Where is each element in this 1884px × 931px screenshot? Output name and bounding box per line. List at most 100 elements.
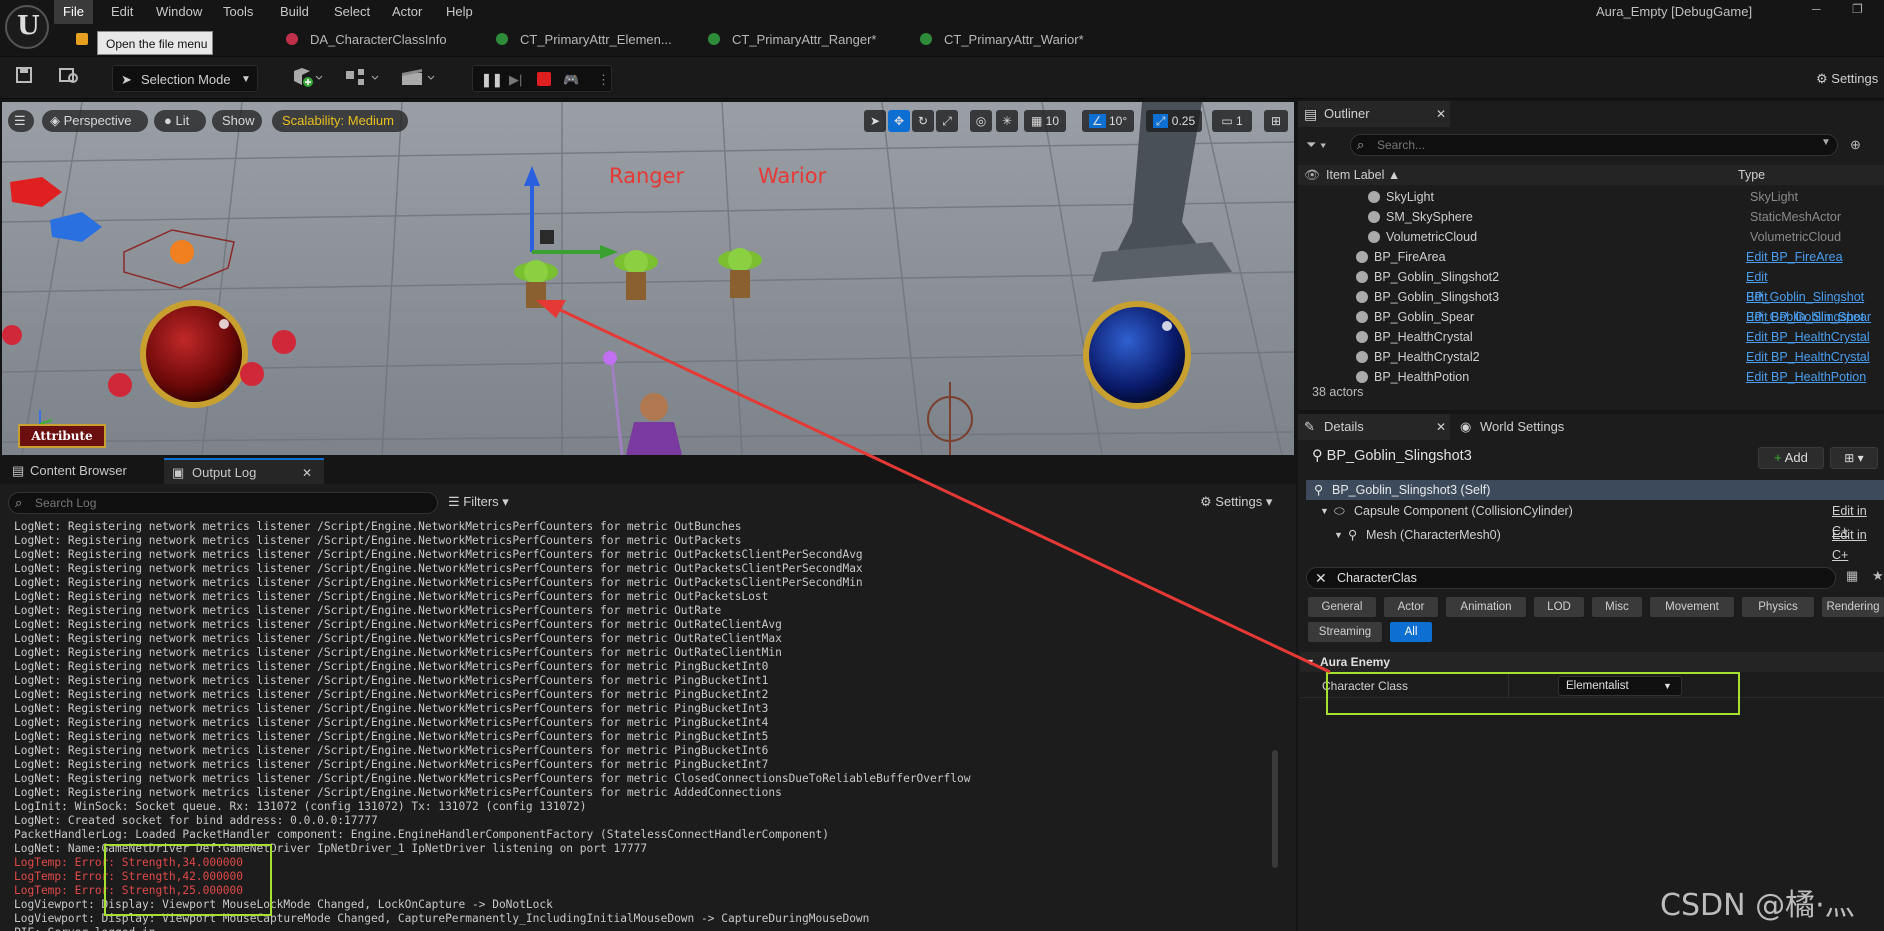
level-viewport[interactable]: ☰ ◈ Perspective ● Lit Show Scalability: … bbox=[2, 102, 1294, 455]
surface-snap-icon[interactable]: ✳ bbox=[996, 110, 1018, 132]
close-icon[interactable]: ✕ bbox=[1436, 414, 1446, 440]
filter-all[interactable]: All bbox=[1390, 622, 1432, 642]
attribute-button[interactable]: Attribute bbox=[18, 424, 106, 448]
tab-ct-elementalist[interactable]: CT_PrimaryAttr_Elemen... bbox=[496, 24, 672, 56]
grid-snap-button[interactable]: ▦ 10 bbox=[1024, 110, 1066, 132]
outliner-row[interactable]: BP_FireArea Edit BP_FireArea bbox=[1298, 247, 1884, 267]
show-dropdown[interactable]: Show bbox=[212, 110, 262, 132]
log-search-input[interactable]: ⌕ Search Log bbox=[8, 492, 438, 514]
component-mesh[interactable]: ▼ ⚲ Mesh (CharacterMesh0) Edit in C+ bbox=[1306, 525, 1884, 562]
tree-expand-icon[interactable]: ▼ bbox=[1320, 501, 1329, 521]
visibility-eye-icon[interactable]: 👁 bbox=[1304, 165, 1320, 185]
browse-icon[interactable] bbox=[58, 65, 80, 92]
cinematics-button[interactable] bbox=[398, 65, 438, 92]
menu-build[interactable]: Build bbox=[271, 0, 318, 24]
stop-icon[interactable] bbox=[537, 72, 551, 86]
add-component-button[interactable]: + Add bbox=[1758, 447, 1824, 469]
log-settings-dropdown[interactable]: ⚙ Settings ▾ bbox=[1200, 494, 1272, 510]
outliner-row[interactable]: BP_HealthPotion Edit BP_HealthPotion bbox=[1298, 367, 1884, 387]
edit-blueprint-link[interactable]: Edit BP_HealthCrystal bbox=[1746, 327, 1870, 347]
layout-icon[interactable]: ⊞ bbox=[1264, 110, 1288, 132]
step-icon[interactable]: ▶| bbox=[509, 66, 522, 93]
outliner-row[interactable]: BP_HealthCrystal Edit BP_HealthCrystal bbox=[1298, 327, 1884, 347]
edit-in-cpp-link[interactable]: Edit in C+ bbox=[1832, 525, 1884, 565]
outliner-row[interactable]: SM_SkySphere StaticMeshActor bbox=[1298, 207, 1884, 227]
menu-select[interactable]: Select bbox=[325, 0, 379, 24]
viewport-menu-icon[interactable]: ☰ bbox=[8, 110, 34, 132]
rotation-snap-button[interactable]: ∠ 10° bbox=[1082, 110, 1134, 132]
outliner-row[interactable]: VolumetricCloud VolumetricCloud bbox=[1298, 227, 1884, 247]
filter-streaming[interactable]: Streaming bbox=[1308, 622, 1382, 642]
selection-mode-dropdown[interactable]: ➤ Selection Mode ▼ bbox=[112, 65, 258, 92]
filter-actor[interactable]: Actor bbox=[1384, 597, 1438, 617]
filter-animation[interactable]: Animation bbox=[1446, 597, 1526, 617]
rotate-tool-icon[interactable]: ↻ bbox=[912, 110, 934, 132]
menu-tools[interactable]: Tools bbox=[214, 0, 262, 24]
blueprint-button[interactable] bbox=[342, 65, 382, 92]
gamepad-icon[interactable]: 🎮 bbox=[563, 66, 579, 93]
tree-expand-icon[interactable]: ▼ bbox=[1334, 525, 1343, 545]
tab-ct-ranger[interactable]: CT_PrimaryAttr_Ranger* bbox=[708, 24, 877, 56]
pause-icon[interactable]: ❚❚ bbox=[481, 66, 503, 93]
edit-blueprint-link[interactable]: Edit BP_FireArea bbox=[1746, 247, 1843, 267]
scale-tool-icon[interactable]: ⤢ bbox=[936, 110, 958, 132]
close-icon[interactable]: ✕ bbox=[1436, 101, 1446, 127]
tab-world-settings[interactable]: ◉ World Settings bbox=[1454, 414, 1594, 440]
tab-details[interactable]: ✎ Details ✕ bbox=[1298, 414, 1450, 440]
outliner-row[interactable]: SkyLight SkyLight bbox=[1298, 187, 1884, 207]
filter-general[interactable]: General bbox=[1308, 597, 1376, 617]
maximize-icon[interactable]: ❐ bbox=[1852, 2, 1863, 16]
property-matrix-icon[interactable]: ▦ bbox=[1846, 568, 1858, 584]
filter-rendering[interactable]: Rendering bbox=[1822, 597, 1884, 617]
tab-ct-warior[interactable]: CT_PrimaryAttr_Warior* bbox=[920, 24, 1084, 56]
outliner-search-input[interactable]: ⌕ Search... ▼ bbox=[1350, 134, 1838, 156]
component-capsule[interactable]: ▼ ⬭ Capsule Component (CollisionCylinder… bbox=[1306, 501, 1884, 538]
edit-blueprint-link[interactable]: Edit BP_Goblin_Spear bbox=[1746, 307, 1871, 327]
scalability-warning[interactable]: Scalability: Medium bbox=[272, 110, 408, 132]
menu-actor[interactable]: Actor bbox=[383, 0, 431, 24]
menu-edit[interactable]: Edit bbox=[102, 0, 142, 24]
scale-snap-button[interactable]: ⤢ 0.25 bbox=[1146, 110, 1202, 132]
outliner-row[interactable]: BP_HealthCrystal2 Edit BP_HealthCrystal bbox=[1298, 347, 1884, 367]
minimize-icon[interactable]: ─ bbox=[1812, 2, 1821, 16]
favorite-star-icon[interactable]: ★ bbox=[1872, 568, 1884, 584]
blueprint-options-button[interactable]: ⊞ ▾ bbox=[1830, 447, 1878, 469]
select-tool-icon[interactable]: ➤ bbox=[864, 110, 886, 132]
clear-search-icon[interactable]: ✕ bbox=[1315, 570, 1327, 587]
menu-help[interactable]: Help bbox=[437, 0, 482, 24]
component-self[interactable]: ⚲ BP_Goblin_Slingshot3 (Self) bbox=[1306, 480, 1884, 500]
outliner-row[interactable]: BP_Goblin_Slingshot3 Edit BP_Goblin_Sling… bbox=[1298, 287, 1884, 324]
col-type[interactable]: Type bbox=[1738, 165, 1765, 185]
outliner-row[interactable]: BP_Goblin_Spear Edit BP_Goblin_Spear bbox=[1298, 307, 1884, 327]
more-options-icon[interactable]: ⋮ bbox=[597, 66, 610, 93]
perspective-dropdown[interactable]: ◈ Perspective bbox=[42, 110, 148, 132]
translate-tool-icon[interactable]: ✥ bbox=[888, 110, 910, 132]
tab-content-browser[interactable]: ▤ Content Browser bbox=[6, 458, 156, 484]
unreal-logo-icon[interactable]: U bbox=[5, 5, 49, 49]
outliner-row[interactable]: BP_Goblin_Slingshot2 Edit BP_Goblin_Sling… bbox=[1298, 267, 1884, 304]
section-aura-enemy[interactable]: ▼ Aura Enemy bbox=[1300, 652, 1884, 672]
lit-dropdown[interactable]: ● Lit bbox=[154, 110, 206, 132]
world-space-icon[interactable]: ◎ bbox=[970, 110, 992, 132]
close-icon[interactable]: ✕ bbox=[302, 460, 312, 486]
edit-blueprint-link[interactable]: Edit BP_HealthCrystal bbox=[1746, 347, 1870, 367]
settings-button[interactable]: ⚙ Settings bbox=[1812, 65, 1884, 92]
filters-dropdown[interactable]: ☰ Filters ▾ bbox=[448, 494, 509, 510]
save-icon[interactable] bbox=[14, 65, 36, 92]
outliner-add-icon[interactable]: ⊕ bbox=[1850, 134, 1872, 156]
menu-window[interactable]: Window bbox=[147, 0, 211, 24]
col-item-label[interactable]: Item Label ▲ bbox=[1326, 165, 1400, 185]
tab-da-characterclassinfo[interactable]: DA_CharacterClassInfo bbox=[286, 24, 447, 56]
filter-lod[interactable]: LOD bbox=[1534, 597, 1584, 617]
menu-file[interactable]: File bbox=[54, 0, 93, 24]
filter-movement[interactable]: Movement bbox=[1650, 597, 1734, 617]
edit-blueprint-link[interactable]: Edit BP_HealthPotion bbox=[1746, 367, 1866, 387]
camera-speed-button[interactable]: ▭ 1 bbox=[1212, 110, 1252, 132]
filter-icon[interactable]: ⏷ ▾ bbox=[1306, 134, 1340, 156]
filter-physics[interactable]: Physics bbox=[1742, 597, 1814, 617]
tab-outliner[interactable]: ▤ Outliner ✕ bbox=[1298, 101, 1450, 127]
filter-misc[interactable]: Misc bbox=[1592, 597, 1642, 617]
log-scrollbar[interactable] bbox=[1272, 750, 1278, 868]
details-search-input[interactable]: ✕ CharacterClas bbox=[1306, 567, 1836, 589]
add-actor-button[interactable] bbox=[288, 65, 324, 92]
